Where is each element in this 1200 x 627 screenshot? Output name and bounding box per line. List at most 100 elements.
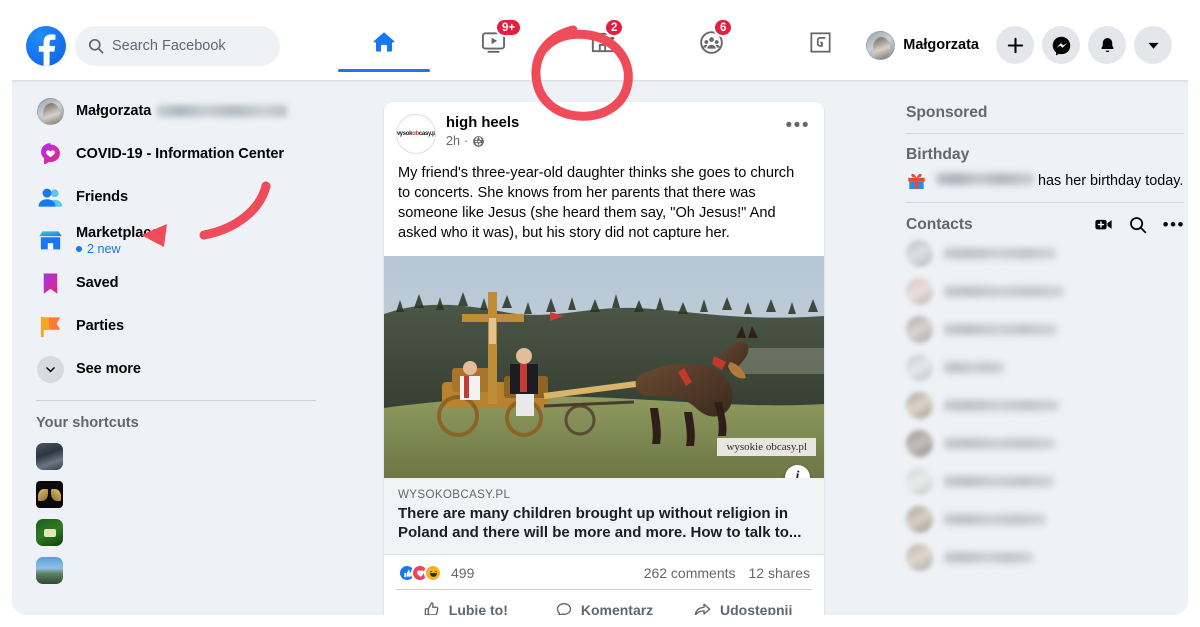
header-left-section: Search Facebook <box>26 26 280 66</box>
profile-button[interactable]: Małgorzata <box>863 28 988 63</box>
comment-count[interactable]: 262 comments <box>644 565 736 581</box>
thumbs-up-icon <box>424 601 439 615</box>
gaming-icon <box>809 31 831 53</box>
link-title: There are many children brought up witho… <box>398 504 802 541</box>
sidebar-item-label: Friends <box>76 189 129 205</box>
contact-item[interactable] <box>906 348 1188 386</box>
left-sidebar: Małgorzata COVID-19 - Information Center <box>26 92 346 589</box>
sidebar-item-friends[interactable]: Friends <box>26 178 346 216</box>
birthday-heading: Birthday <box>906 146 970 163</box>
post-options-button[interactable]: ••• <box>786 116 810 135</box>
sidebar-item-see-more[interactable]: See more <box>26 350 346 388</box>
shortcut-item[interactable] <box>26 513 346 551</box>
shortcut-item[interactable] <box>26 551 346 589</box>
globe-icon <box>473 135 485 147</box>
comment-bubble-icon <box>556 602 571 615</box>
contact-item[interactable] <box>906 538 1188 576</box>
redacted-contact-name <box>944 513 1046 525</box>
redacted-contact-name <box>944 285 1064 297</box>
link-preview[interactable]: WYSOKOBCASY.PL There are many children b… <box>384 477 824 556</box>
groups-nav-tab[interactable]: 6 <box>665 12 757 72</box>
search-icon[interactable] <box>1129 216 1147 234</box>
sidebar-item-label: See more <box>76 361 141 377</box>
sidebar-item-label: Parties <box>76 318 124 334</box>
sponsored-heading: Sponsored <box>906 104 988 121</box>
plus-icon <box>1007 37 1023 53</box>
redacted-contact-name <box>944 551 1033 563</box>
haha-reaction-icon <box>424 564 442 583</box>
create-button[interactable] <box>996 26 1034 64</box>
sidebar-item-parties[interactable]: Parties <box>26 307 346 345</box>
contact-item[interactable] <box>906 310 1188 348</box>
redacted-contact-name <box>944 399 1059 411</box>
post-action-bar: Lubię to! Komentarz Udostępnij <box>396 589 812 615</box>
saved-bookmark-icon <box>36 269 64 297</box>
gaming-nav-tab[interactable] <box>774 12 866 72</box>
comment-button[interactable]: Komentarz <box>535 593 674 615</box>
home-nav-tab[interactable] <box>338 12 430 72</box>
gift-icon <box>908 173 925 190</box>
post-meta: high heels 2h · <box>446 114 519 148</box>
contact-item[interactable] <box>906 272 1188 310</box>
contacts-options-icon[interactable]: ••• <box>1163 216 1185 233</box>
redacted-contact-name <box>944 475 1054 487</box>
facebook-logo-icon[interactable] <box>26 26 66 66</box>
redacted-contact-name <box>944 361 1004 373</box>
contacts-header: Contacts ••• <box>906 215 1188 234</box>
marketplace-new-indicator: 2 new <box>76 242 159 256</box>
sidebar-item-marketplace[interactable]: Marketplace 2 new <box>26 221 346 259</box>
post-timestamp-row: 2h · <box>446 134 519 148</box>
redacted-birthday-name <box>936 172 1034 185</box>
sidebar-item-label: Marketplace <box>76 224 160 241</box>
groups-badge: 6 <box>713 18 734 37</box>
friends-icon <box>36 183 64 211</box>
comments-shares: 262 comments 12 shares <box>644 565 810 581</box>
reaction-count: 499 <box>451 565 475 582</box>
post-image[interactable]: wysokie obcasy.pl i <box>384 255 824 478</box>
messenger-icon <box>1052 36 1070 55</box>
city-night-thumbnail <box>36 442 63 470</box>
contact-item[interactable] <box>906 462 1188 500</box>
contact-avatar <box>906 505 933 533</box>
post-text: My friend's three-year-old daughter thin… <box>398 165 795 241</box>
golden-wings-thumbnail <box>36 480 63 508</box>
search-input[interactable]: Search Facebook <box>75 26 280 66</box>
sidebar-item-profile[interactable]: Małgorzata <box>26 92 346 130</box>
messenger-button[interactable] <box>1042 26 1080 64</box>
contact-item[interactable] <box>906 234 1188 272</box>
bell-icon <box>1100 37 1114 52</box>
like-label: Lubię to! <box>448 601 508 615</box>
shortcut-item[interactable] <box>26 475 346 513</box>
contact-item[interactable] <box>906 424 1188 462</box>
contact-item[interactable] <box>906 500 1188 538</box>
main-nav-tabs: 9+ 2 6 <box>332 12 872 80</box>
reaction-summary[interactable]: 499 <box>398 564 475 583</box>
chevron-down-icon <box>45 366 55 372</box>
contact-avatar <box>906 315 933 343</box>
marketplace-nav-tab[interactable]: 2 <box>556 12 648 72</box>
share-button[interactable]: Udostępnij <box>673 593 812 615</box>
account-menu-button[interactable] <box>1134 26 1172 64</box>
contact-item[interactable] <box>906 386 1188 424</box>
watch-nav-tab[interactable]: 9+ <box>447 12 539 72</box>
sidebar-item-saved[interactable]: Saved <box>26 264 346 302</box>
reaction-icons <box>398 564 442 583</box>
sidebar-item-covid-19[interactable]: COVID-19 - Information Center <box>26 135 346 173</box>
birthday-item[interactable]: has her birthday today. <box>906 170 1188 191</box>
share-count[interactable]: 12 shares <box>749 565 810 581</box>
page-name[interactable]: high heels <box>446 114 519 133</box>
link-domain: WYSOKOBCASY.PL <box>398 487 511 501</box>
covid-info-icon <box>36 140 64 168</box>
notifications-button[interactable] <box>1088 26 1126 64</box>
post-engagement-row: 499 262 comments 12 shares <box>384 555 824 589</box>
like-button[interactable]: Lubię to! <box>396 593 535 615</box>
avatar <box>866 30 896 60</box>
home-icon <box>373 32 395 52</box>
contact-avatar <box>906 277 933 305</box>
green-field-thumbnail <box>36 518 63 546</box>
active-tab-underline <box>338 69 430 72</box>
marketplace-badge: 2 <box>604 18 625 37</box>
page-avatar[interactable]: wysokobcasy.pl <box>396 114 436 154</box>
shortcut-item[interactable] <box>26 437 346 475</box>
video-camera-plus-icon[interactable] <box>1094 215 1113 234</box>
